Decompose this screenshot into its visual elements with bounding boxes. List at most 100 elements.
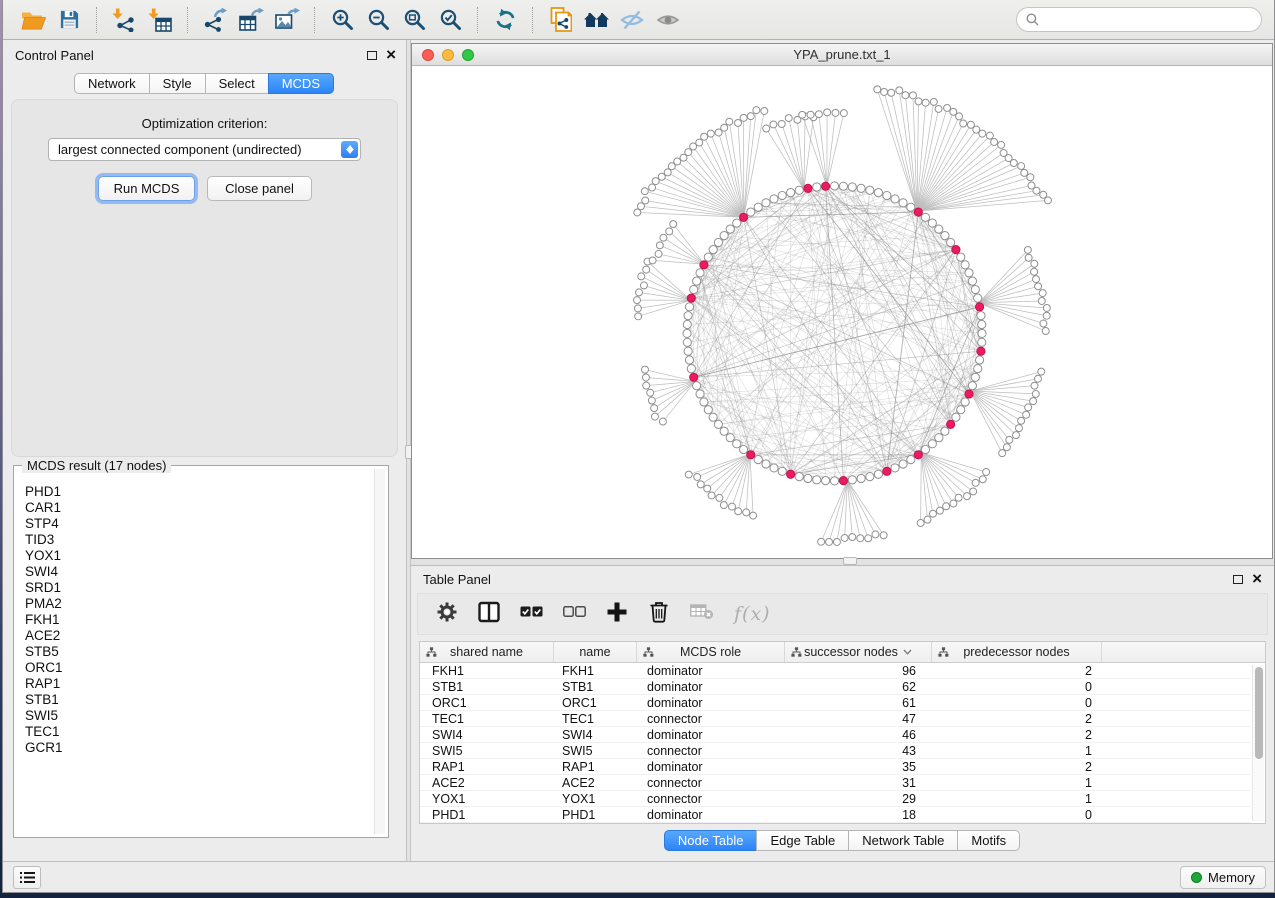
panel-menu-button[interactable] <box>13 866 41 889</box>
network-graph[interactable] <box>412 66 1272 558</box>
splitter-grip[interactable] <box>843 557 857 565</box>
table-row[interactable]: SWI4SWI4dominator462 <box>420 727 1251 743</box>
table-row[interactable]: RAP1RAP1dominator352 <box>420 759 1251 775</box>
table-row[interactable]: FKH1FKH1dominator962 <box>420 663 1251 679</box>
close-panel-icon[interactable]: × <box>386 50 396 60</box>
tab-network-table[interactable]: Network Table <box>848 830 958 851</box>
network-canvas[interactable] <box>412 66 1272 558</box>
result-list-item[interactable]: PHD1 <box>25 484 374 500</box>
tab-mcds[interactable]: MCDS <box>268 73 334 94</box>
result-list-item[interactable]: STB1 <box>25 692 374 708</box>
mcds-result-list[interactable]: PHD1CAR1STP4TID3YOX1SWI4SRD1PMA2FKH1ACE2… <box>17 469 374 834</box>
tab-select[interactable]: Select <box>205 73 269 94</box>
tab-motifs[interactable]: Motifs <box>957 830 1020 851</box>
table-row[interactable]: PHD1PHD1dominator180 <box>420 807 1251 823</box>
table-row[interactable]: ACE2ACE2connector311 <box>420 775 1251 791</box>
save-session-button[interactable] <box>51 5 87 35</box>
network-titlebar[interactable]: YPA_prune.txt_1 <box>412 44 1272 66</box>
show-all-button[interactable] <box>650 5 686 35</box>
result-list-item[interactable]: SRD1 <box>25 580 374 596</box>
export-table-button[interactable] <box>233 5 269 35</box>
cell-successor_nodes: 62 <box>785 679 932 694</box>
status-bar: Memory <box>3 861 1274 892</box>
table-row[interactable]: ORC1ORC1dominator610 <box>420 695 1251 711</box>
cell-name: PHD1 <box>554 807 637 822</box>
result-list-item[interactable]: TID3 <box>25 532 374 548</box>
list-icon <box>20 871 35 884</box>
table-settings-button[interactable] <box>436 601 458 628</box>
run-mcds-button[interactable]: Run MCDS <box>98 176 195 201</box>
node-table: shared namenameMCDS rolesuccessor nodesp… <box>419 641 1266 824</box>
memory-button[interactable]: Memory <box>1180 866 1266 889</box>
search-input[interactable] <box>1045 12 1261 27</box>
duplicate-network-button[interactable] <box>542 5 578 35</box>
result-list-item[interactable]: SWI5 <box>25 708 374 724</box>
result-list-item[interactable]: YOX1 <box>25 548 374 564</box>
table-row[interactable]: YOX1YOX1connector291 <box>420 791 1251 807</box>
result-list-item[interactable]: CAR1 <box>25 500 374 516</box>
criterion-select[interactable]: largest connected component (undirected) <box>48 138 361 161</box>
result-list-item[interactable]: PMA2 <box>25 596 374 612</box>
tab-style[interactable]: Style <box>149 73 206 94</box>
open-session-button[interactable] <box>15 5 51 35</box>
import-network-button[interactable] <box>106 5 142 35</box>
column-header-filler <box>1102 642 1265 662</box>
import-network-icon <box>112 8 136 32</box>
result-list-item[interactable]: SWI4 <box>25 564 374 580</box>
zoom-in-button[interactable] <box>324 5 360 35</box>
float-panel-icon[interactable] <box>367 51 377 60</box>
float-panel-icon[interactable] <box>1233 575 1243 584</box>
table-scrollbar[interactable] <box>1252 665 1264 821</box>
close-panel-button[interactable]: Close panel <box>207 176 312 201</box>
select-stepper-icon <box>341 141 358 158</box>
cell-name: SWI4 <box>554 727 637 742</box>
table-row[interactable]: SWI5SWI5connector431 <box>420 743 1251 759</box>
import-table-icon <box>148 8 172 32</box>
column-header-shared-name[interactable]: shared name <box>420 642 554 662</box>
export-image-button[interactable] <box>269 5 305 35</box>
result-list-item[interactable]: STB5 <box>25 644 374 660</box>
zoom-out-button[interactable] <box>360 5 396 35</box>
result-list-item[interactable]: RAP1 <box>25 676 374 692</box>
delete-row-button[interactable] <box>648 600 670 628</box>
import-table-button[interactable] <box>142 5 178 35</box>
first-neighbors-button[interactable] <box>578 5 614 35</box>
deselect-all-button[interactable] <box>563 605 586 623</box>
close-window-icon[interactable] <box>422 49 434 61</box>
column-header-predecessor-nodes[interactable]: predecessor nodes <box>932 642 1102 662</box>
table-row[interactable]: STB1STB1dominator620 <box>420 679 1251 695</box>
cell-predecessor_nodes: 0 <box>932 695 1102 710</box>
result-list-scrollbar[interactable] <box>374 469 385 834</box>
tab-edge-table[interactable]: Edge Table <box>756 830 849 851</box>
cell-name: FKH1 <box>554 663 637 678</box>
scrollbar-thumb[interactable] <box>1255 667 1263 759</box>
app-window: Control Panel × NetworkStyleSelectMCDS O… <box>2 0 1275 893</box>
cell-predecessor_nodes: 2 <box>932 663 1102 678</box>
result-list-item[interactable]: ORC1 <box>25 660 374 676</box>
clear-table-button[interactable] <box>690 604 714 625</box>
refresh-button[interactable] <box>487 5 523 35</box>
zoom-out-icon <box>367 8 390 31</box>
result-list-item[interactable]: STP4 <box>25 516 374 532</box>
column-header-successor-nodes[interactable]: successor nodes <box>785 642 932 662</box>
hide-selected-button[interactable] <box>614 5 650 35</box>
show-columns-button[interactable] <box>478 601 500 628</box>
export-network-button[interactable] <box>197 5 233 35</box>
tab-network[interactable]: Network <box>74 73 150 94</box>
table-row[interactable]: TEC1TEC1connector472 <box>420 711 1251 727</box>
tab-node-table[interactable]: Node Table <box>664 830 758 851</box>
function-builder-button[interactable]: f(x) <box>734 603 771 625</box>
zoom-selected-button[interactable] <box>432 5 468 35</box>
minimize-window-icon[interactable] <box>442 49 454 61</box>
close-panel-icon[interactable]: × <box>1252 574 1262 584</box>
select-all-button[interactable] <box>520 605 543 623</box>
add-row-button[interactable] <box>606 601 628 628</box>
result-list-item[interactable]: TEC1 <box>25 724 374 740</box>
zoom-fit-button[interactable] <box>396 5 432 35</box>
result-list-item[interactable]: FKH1 <box>25 612 374 628</box>
column-header-MCDS-role[interactable]: MCDS role <box>637 642 785 662</box>
result-list-item[interactable]: GCR1 <box>25 740 374 756</box>
maximize-window-icon[interactable] <box>462 49 474 61</box>
column-header-name[interactable]: name <box>554 642 637 662</box>
result-list-item[interactable]: ACE2 <box>25 628 374 644</box>
